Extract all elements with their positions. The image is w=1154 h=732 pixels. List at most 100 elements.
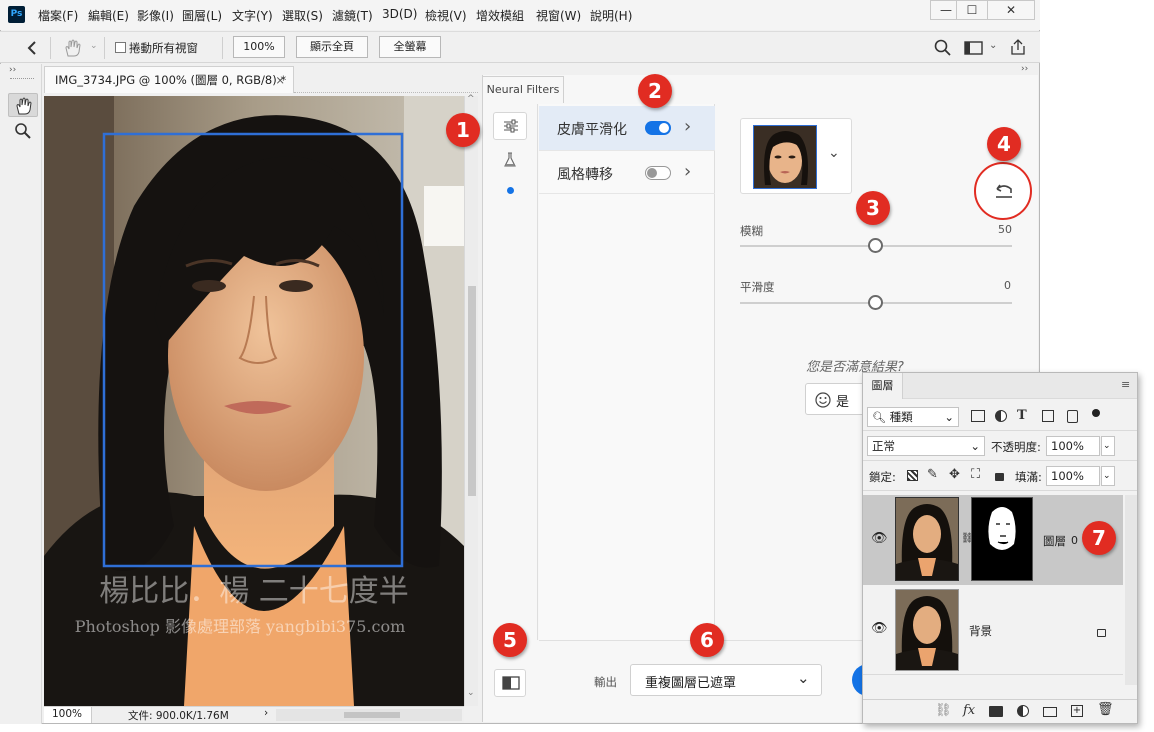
chevron-down-icon: ⌄ bbox=[797, 669, 810, 687]
zoom-tool-icon[interactable] bbox=[14, 122, 32, 140]
layers-scrollbar[interactable] bbox=[1125, 495, 1137, 685]
menu-layer[interactable]: 圖層(L) bbox=[182, 7, 222, 24]
zoom-100-button[interactable]: 100% bbox=[233, 36, 285, 58]
layers-tab[interactable]: 圖層 bbox=[863, 373, 903, 399]
document-canvas[interactable]: 楊比比．楊 二十七度半 Photoshop 影像處理部落 yangbibi375… bbox=[44, 96, 464, 706]
tools-panel: ›› bbox=[0, 64, 42, 724]
chevron-down-icon[interactable]: ⌄ bbox=[989, 40, 997, 51]
layer-kind-filter[interactable]: 🔍︎ 種類 ⌄ bbox=[867, 407, 959, 427]
chevron-right-icon[interactable]: › bbox=[264, 707, 268, 719]
back-arrow-icon[interactable] bbox=[26, 40, 38, 56]
blend-mode-select[interactable]: 正常 ⌄ bbox=[867, 436, 985, 456]
all-filters-button[interactable] bbox=[493, 112, 527, 140]
lock-artboard-icon[interactable]: ⛶ bbox=[971, 467, 980, 482]
layers-footer: ⛓ fx + 🗑︎ bbox=[863, 699, 1137, 723]
options-bar: ⌄ 捲動所有視窗 100% 顯示全頁 全螢幕 ⌄ bbox=[0, 31, 1040, 63]
chevron-down-icon[interactable]: ⌄ bbox=[90, 41, 98, 51]
chevron-down-icon[interactable]: ⌄ bbox=[1101, 436, 1115, 456]
skin-smoothing-toggle[interactable] bbox=[645, 121, 671, 135]
reset-icon[interactable] bbox=[993, 181, 1015, 201]
layer-name[interactable]: 圖層 bbox=[1043, 533, 1066, 549]
horizontal-scrollbar[interactable] bbox=[276, 709, 462, 721]
layer-name[interactable]: 背景 bbox=[969, 623, 992, 639]
scroll-down-icon[interactable]: ⌄ bbox=[467, 688, 475, 698]
hand-icon bbox=[16, 97, 32, 115]
chevron-right-icon[interactable]: › bbox=[684, 161, 691, 182]
chevron-down-icon[interactable]: ⌄ bbox=[1101, 466, 1115, 486]
watermark-title: 楊比比．楊 二十七度半 bbox=[99, 574, 409, 609]
preview-toggle-button[interactable] bbox=[494, 669, 526, 697]
menu-window[interactable]: 視窗(W) bbox=[536, 7, 581, 24]
fx-icon[interactable]: fx bbox=[963, 703, 975, 718]
close-tab-icon[interactable]: × bbox=[275, 67, 285, 93]
zoom-level[interactable]: 100% bbox=[44, 707, 92, 723]
link-icon[interactable]: ⛓ bbox=[935, 703, 952, 718]
pixel-layer-filter-icon[interactable] bbox=[971, 410, 985, 422]
menu-3d[interactable]: 3D(D) bbox=[382, 7, 417, 21]
menu-type[interactable]: 文字(Y) bbox=[232, 7, 273, 24]
maximize-button[interactable]: ☐ bbox=[956, 0, 988, 20]
new-layer-icon[interactable]: + bbox=[1071, 705, 1083, 717]
workspace-icon[interactable] bbox=[964, 40, 984, 56]
fill-screen-button[interactable]: 全螢幕 bbox=[379, 36, 441, 58]
blur-slider-knob[interactable] bbox=[868, 238, 883, 253]
eye-icon[interactable]: 👁︎ bbox=[871, 621, 888, 636]
face-selector[interactable]: ⌄ bbox=[740, 118, 852, 194]
shape-layer-filter-icon[interactable] bbox=[1042, 410, 1054, 422]
panel-menu-icon[interactable]: ≡ bbox=[1121, 378, 1130, 391]
scroll-all-checkbox[interactable] bbox=[115, 42, 126, 53]
feedback-yes-button[interactable]: 是 bbox=[805, 383, 865, 415]
chevron-right-icon[interactable]: › bbox=[684, 116, 691, 137]
panel-grip[interactable] bbox=[10, 78, 34, 81]
close-window-button[interactable]: ✕ bbox=[987, 0, 1035, 20]
style-transfer-toggle[interactable] bbox=[645, 166, 671, 180]
opacity-input[interactable]: 100% bbox=[1046, 436, 1100, 456]
menu-plugins[interactable]: 增效模組 bbox=[476, 7, 524, 24]
search-icon[interactable] bbox=[934, 39, 952, 57]
menu-filter[interactable]: 濾鏡(T) bbox=[332, 7, 373, 24]
output-select[interactable]: 重複圖層已遮罩 ⌄ bbox=[630, 664, 822, 696]
layer-mask-thumbnail[interactable] bbox=[971, 497, 1033, 581]
share-icon[interactable] bbox=[1009, 38, 1027, 56]
scroll-thumb[interactable] bbox=[468, 286, 476, 496]
menu-select[interactable]: 選取(S) bbox=[282, 7, 323, 24]
fit-screen-button[interactable]: 顯示全頁 bbox=[296, 36, 368, 58]
smart-object-filter-icon[interactable] bbox=[1067, 410, 1078, 423]
portrait-thumbnail bbox=[896, 498, 958, 580]
lock-transparency-icon[interactable] bbox=[907, 470, 918, 481]
neural-filters-tab[interactable]: Neural Filters bbox=[482, 76, 564, 103]
type-layer-filter-icon[interactable]: T bbox=[1017, 408, 1027, 423]
eye-icon[interactable]: 👁︎ bbox=[871, 531, 888, 546]
collapse-icon[interactable]: ›› bbox=[1021, 64, 1028, 74]
lock-paint-icon[interactable]: ✎ bbox=[927, 467, 938, 482]
folder-icon[interactable] bbox=[1043, 707, 1057, 717]
filter-toggle-icon[interactable] bbox=[1092, 409, 1100, 417]
adjustment-icon[interactable] bbox=[1017, 705, 1029, 717]
mask-icon[interactable] bbox=[989, 706, 1003, 717]
filter-style-transfer[interactable]: 風格轉移 › bbox=[539, 150, 715, 194]
menu-edit[interactable]: 編輯(E) bbox=[88, 7, 129, 24]
menu-image[interactable]: 影像(I) bbox=[137, 7, 174, 24]
expand-icon[interactable]: ›› bbox=[9, 65, 16, 75]
document-tab[interactable]: IMG_3734.JPG @ 100% (圖層 0, RGB/8) * × bbox=[44, 66, 294, 93]
search-icon: 🔍︎ bbox=[872, 411, 886, 424]
status-dot bbox=[507, 187, 514, 194]
lock-move-icon[interactable]: ✥ bbox=[949, 467, 960, 482]
fill-input[interactable]: 100% bbox=[1046, 466, 1100, 486]
scroll-up-icon[interactable]: ^ bbox=[467, 94, 475, 104]
smoothness-slider-knob[interactable] bbox=[868, 295, 883, 310]
lock-all-icon[interactable] bbox=[995, 473, 1004, 481]
hand-tool-button[interactable] bbox=[8, 93, 38, 117]
beta-flask-icon[interactable] bbox=[503, 152, 517, 168]
layer-row-background[interactable]: 👁︎ 背景 bbox=[863, 587, 1123, 675]
chevron-down-icon[interactable]: ⌄ bbox=[828, 145, 840, 161]
hand-tool-icon[interactable] bbox=[62, 38, 84, 58]
trash-icon[interactable]: 🗑︎ bbox=[1097, 702, 1114, 717]
filter-skin-smoothing[interactable]: 皮膚平滑化 › bbox=[539, 106, 715, 150]
menu-help[interactable]: 說明(H) bbox=[590, 7, 632, 24]
menu-view[interactable]: 檢視(V) bbox=[425, 7, 467, 24]
menu-file[interactable]: 檔案(F) bbox=[38, 7, 78, 24]
adjustment-layer-filter-icon[interactable] bbox=[995, 410, 1007, 422]
scroll-thumb[interactable] bbox=[344, 712, 400, 718]
vertical-scrollbar[interactable]: ^ ⌄ bbox=[464, 94, 478, 706]
